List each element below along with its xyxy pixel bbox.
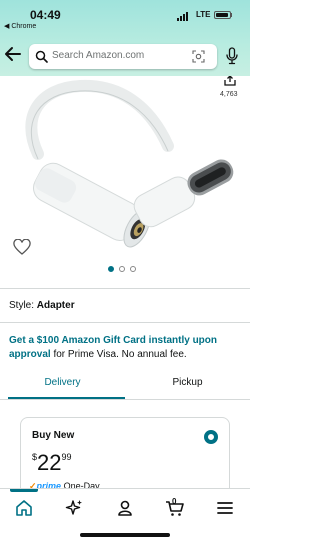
price-currency: $ [32,452,38,462]
search-icon [35,50,48,63]
share-icon[interactable] [224,76,236,86]
carousel-dot[interactable] [130,266,136,272]
divider [0,399,250,400]
signal-icon [177,12,188,21]
battery-icon [214,11,231,19]
search-placeholder: Search Amazon.com [52,50,145,61]
product-image-carousel[interactable]: 4,763 [0,76,250,276]
app-header: 04:49 ◀ Chrome LTE Search Amazon.com [0,0,250,76]
back-arrow-icon[interactable] [4,45,22,63]
back-to-chrome-link[interactable]: ◀ Chrome [4,22,36,30]
tab-delivery[interactable]: Delivery [0,377,125,388]
sparkle-icon[interactable] [64,498,84,518]
carousel-dot[interactable] [119,266,125,272]
home-indicator[interactable] [80,533,170,537]
cart-count: 0 [172,497,177,506]
prime-visa-promo: Get a $100 Amazon Gift Card instantly up… [9,334,244,362]
heart-icon[interactable] [13,239,31,255]
buy-new-radio[interactable] [204,430,218,444]
price-fraction: 99 [61,452,72,462]
price: $2299 [32,450,72,476]
rating-count[interactable]: 4,763 [220,91,238,98]
menu-icon[interactable] [215,498,235,518]
battery-tip [231,13,232,17]
carousel-dot[interactable] [108,266,114,272]
home-icon[interactable] [14,498,34,518]
carousel-dots[interactable] [108,266,136,272]
style-label: Style: [9,300,35,311]
divider [0,322,250,323]
search-input[interactable]: Search Amazon.com [29,44,217,69]
promo-text: for Prime Visa. No annual fee. [50,349,187,360]
buy-new-label: Buy New [32,430,75,441]
tab-pickup[interactable]: Pickup [125,377,250,388]
camera-scan-icon[interactable] [192,50,205,63]
status-time: 04:49 [30,8,61,22]
fulfillment-tabs: Delivery Pickup [0,368,250,400]
status-bar: 04:49 ◀ Chrome LTE [0,6,250,30]
style-selector[interactable]: Style: Adapter [9,300,75,311]
nav-active-indicator [10,489,38,492]
account-icon[interactable] [115,498,135,518]
style-value: Adapter [36,300,75,311]
microphone-icon[interactable] [225,47,239,65]
price-whole: 22 [37,450,62,475]
divider [0,288,250,289]
product-image [25,79,234,248]
network-label: LTE [196,10,211,19]
